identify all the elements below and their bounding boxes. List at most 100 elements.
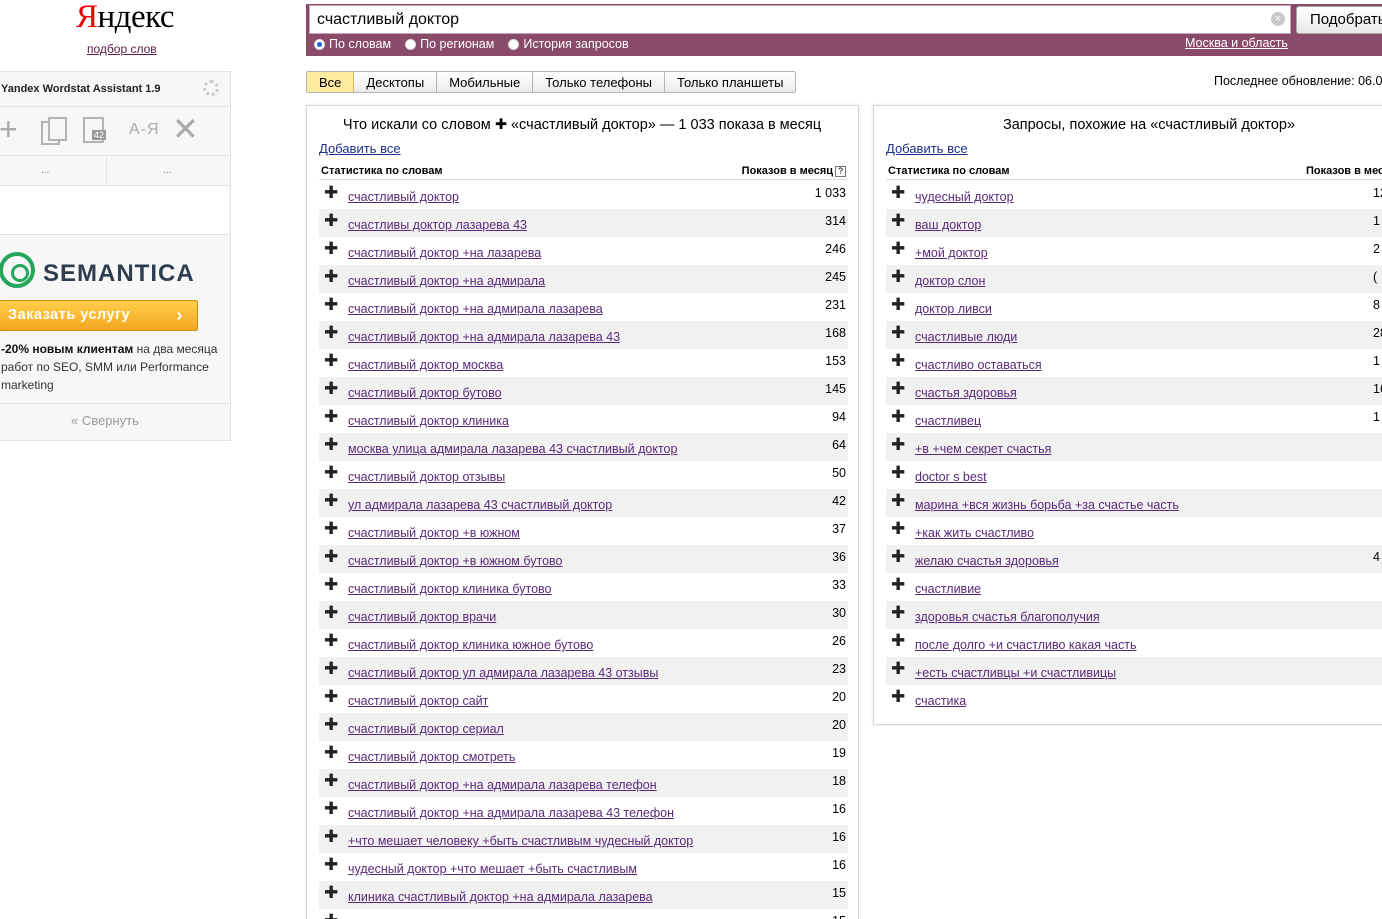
phrase-link[interactable]: счастливые люди: [915, 330, 1017, 344]
phrase-link[interactable]: +что мешает человеку +быть счастливым чу…: [348, 834, 693, 848]
phrase-link[interactable]: клиника счастливый доктор +на адмирала л…: [348, 890, 653, 904]
phrase-link[interactable]: желаю счастья здоровья: [915, 554, 1059, 568]
sort-az-icon[interactable]: А-Я: [129, 121, 160, 139]
yandex-logo[interactable]: Яндекс: [76, 0, 174, 34]
add-phrase-icon[interactable]: ✚: [324, 688, 338, 705]
add-phrase-icon[interactable]: ✚: [324, 912, 338, 919]
search-input[interactable]: счастливый доктор: [309, 5, 1291, 34]
phrase-link[interactable]: счастика: [915, 694, 966, 708]
add-phrase-icon[interactable]: ✚: [324, 716, 338, 733]
phrase-link[interactable]: doctor s best: [915, 470, 987, 484]
phrase-link[interactable]: +как жить счастливо: [915, 526, 1034, 540]
add-phrase-icon[interactable]: ✚: [891, 212, 905, 229]
add-phrase-icon[interactable]: ✚: [324, 548, 338, 565]
add-phrase-icon[interactable]: ✚: [324, 604, 338, 621]
phrase-link[interactable]: счастливый доктор москва: [348, 358, 503, 372]
phrase-link[interactable]: счастливый доктор сериал: [348, 722, 504, 736]
submit-button[interactable]: Подобрать: [1296, 6, 1382, 34]
add-phrase-icon[interactable]: ✚: [324, 744, 338, 761]
add-phrase-icon[interactable]: ✚: [891, 688, 905, 705]
phrase-link[interactable]: счастливый доктор отзывы: [348, 470, 505, 484]
add-phrase-icon[interactable]: ✚: [891, 296, 905, 313]
extension-tab-2[interactable]: ...: [163, 165, 171, 176]
phrase-link[interactable]: счастливый доктор клиника южное бутово: [348, 638, 593, 652]
phrase-link[interactable]: счастливо оставаться: [915, 358, 1042, 372]
phrase-link[interactable]: +мой доктор: [915, 246, 988, 260]
phrase-link[interactable]: ул адмирала лазарева 43 счастливый докто…: [348, 498, 612, 512]
phrase-link[interactable]: счастливый доктор +на адмирала лазарева …: [348, 330, 620, 344]
collapse-link[interactable]: « Свернуть: [71, 413, 139, 428]
add-phrase-icon[interactable]: ✚: [891, 660, 905, 677]
add-all-link[interactable]: Добавить все: [319, 141, 401, 156]
extension-tab-1[interactable]: ...: [41, 165, 49, 176]
phrase-link[interactable]: счастливый доктор +на адмирала лазарева: [348, 302, 603, 316]
add-phrase-icon[interactable]: ✚: [891, 632, 905, 649]
add-phrase-icon[interactable]: ✚: [324, 464, 338, 481]
phrase-link[interactable]: счастливы доктор лазарева 43: [348, 218, 527, 232]
add-phrase-icon[interactable]: ✚: [891, 240, 905, 257]
add-phrase-icon[interactable]: ✚: [891, 380, 905, 397]
order-service-button[interactable]: Заказать услугу ›: [0, 300, 198, 331]
phrase-link[interactable]: чудесный доктор: [915, 190, 1014, 204]
tab-tablets[interactable]: Только планшеты: [665, 72, 795, 92]
add-phrase-icon[interactable]: ✚: [324, 324, 338, 341]
phrase-link[interactable]: счастья здоровья: [915, 386, 1017, 400]
add-phrase-icon[interactable]: ✚: [891, 576, 905, 593]
tab-phones[interactable]: Только телефоны: [533, 72, 666, 92]
add-phrase-icon[interactable]: ✚: [324, 828, 338, 845]
copy-icon[interactable]: [41, 117, 67, 145]
phrase-link[interactable]: чудесный доктор +что мешает +быть счастл…: [348, 862, 637, 876]
add-phrase-icon[interactable]: ✚: [891, 464, 905, 481]
add-phrase-icon[interactable]: ✚: [324, 772, 338, 789]
phrase-link[interactable]: марина +вся жизнь борьба +за счастье час…: [915, 498, 1179, 512]
phrase-link[interactable]: счастливый доктор клиника: [348, 414, 509, 428]
phrase-link[interactable]: после долго +и счастливо какая часть: [915, 638, 1136, 652]
phrase-link[interactable]: счастливый доктор +на адмирала лазарева …: [348, 778, 657, 792]
add-phrase-icon[interactable]: ✚: [324, 492, 338, 509]
phrase-link[interactable]: +есть счастливцы +и счастливицы: [915, 666, 1116, 680]
add-all-link[interactable]: Добавить все: [886, 141, 968, 156]
add-phrase-icon[interactable]: ✚: [891, 184, 905, 201]
gear-icon[interactable]: [203, 80, 219, 96]
add-phrase-icon[interactable]: ✚: [324, 660, 338, 677]
add-phrase-icon[interactable]: ✚: [891, 268, 905, 285]
phrase-link[interactable]: москва улица адмирала лазарева 43 счастл…: [348, 442, 677, 456]
phrase-link[interactable]: доктор слон: [915, 274, 985, 288]
tab-mobile[interactable]: Мобильные: [437, 72, 534, 92]
add-phrase-icon[interactable]: ✚: [891, 436, 905, 453]
phrase-link[interactable]: счастливый доктор +в южном: [348, 526, 520, 540]
add-phrase-icon[interactable]: ✚: [324, 884, 338, 901]
add-phrase-icon[interactable]: ✚: [891, 548, 905, 565]
phrase-link[interactable]: счастливый доктор +на адмирала: [348, 274, 545, 288]
phrase-link[interactable]: счастливый доктор сайт: [348, 694, 488, 708]
phrase-link[interactable]: счастливый доктор +в южном бутово: [348, 554, 563, 568]
add-phrase-icon[interactable]: ✚: [324, 240, 338, 257]
phrase-link[interactable]: счастливый доктор ул адмирала лазарева 4…: [348, 666, 658, 680]
add-icon[interactable]: ✚: [495, 117, 507, 133]
add-phrase-icon[interactable]: ✚: [324, 296, 338, 313]
close-icon[interactable]: ✕: [172, 113, 199, 145]
phrase-link[interactable]: счастливый доктор смотреть: [348, 750, 515, 764]
tab-all[interactable]: Все: [307, 72, 355, 92]
radio-by-regions[interactable]: По регионам: [405, 36, 494, 52]
phrase-link[interactable]: счастливый доктор клиника бутово: [348, 582, 552, 596]
add-phrase-icon[interactable]: ✚: [324, 212, 338, 229]
add-phrase-icon[interactable]: ✚: [891, 352, 905, 369]
add-phrase-icon[interactable]: ✚: [324, 380, 338, 397]
add-phrase-icon[interactable]: ✚: [324, 268, 338, 285]
phrase-link[interactable]: счастливый доктор +на адмирала лазарева …: [348, 806, 674, 820]
add-phrase-icon[interactable]: ✚: [891, 604, 905, 621]
add-icon[interactable]: +: [0, 113, 18, 145]
tab-desktops[interactable]: Десктопы: [354, 72, 438, 92]
add-phrase-icon[interactable]: ✚: [324, 352, 338, 369]
add-phrase-icon[interactable]: ✚: [324, 184, 338, 201]
phrase-link[interactable]: +в +чем секрет счастья: [915, 442, 1051, 456]
radio-history[interactable]: История запросов: [508, 36, 629, 52]
wordstat-link[interactable]: подбор слов: [87, 42, 157, 56]
help-icon[interactable]: ?: [835, 166, 846, 177]
phrase-link[interactable]: ваш доктор: [915, 218, 981, 232]
region-link[interactable]: Москва и область: [1185, 36, 1288, 50]
add-phrase-icon[interactable]: ✚: [324, 632, 338, 649]
phrase-link[interactable]: счастливый доктор врачи: [348, 610, 496, 624]
add-phrase-icon[interactable]: ✚: [324, 520, 338, 537]
